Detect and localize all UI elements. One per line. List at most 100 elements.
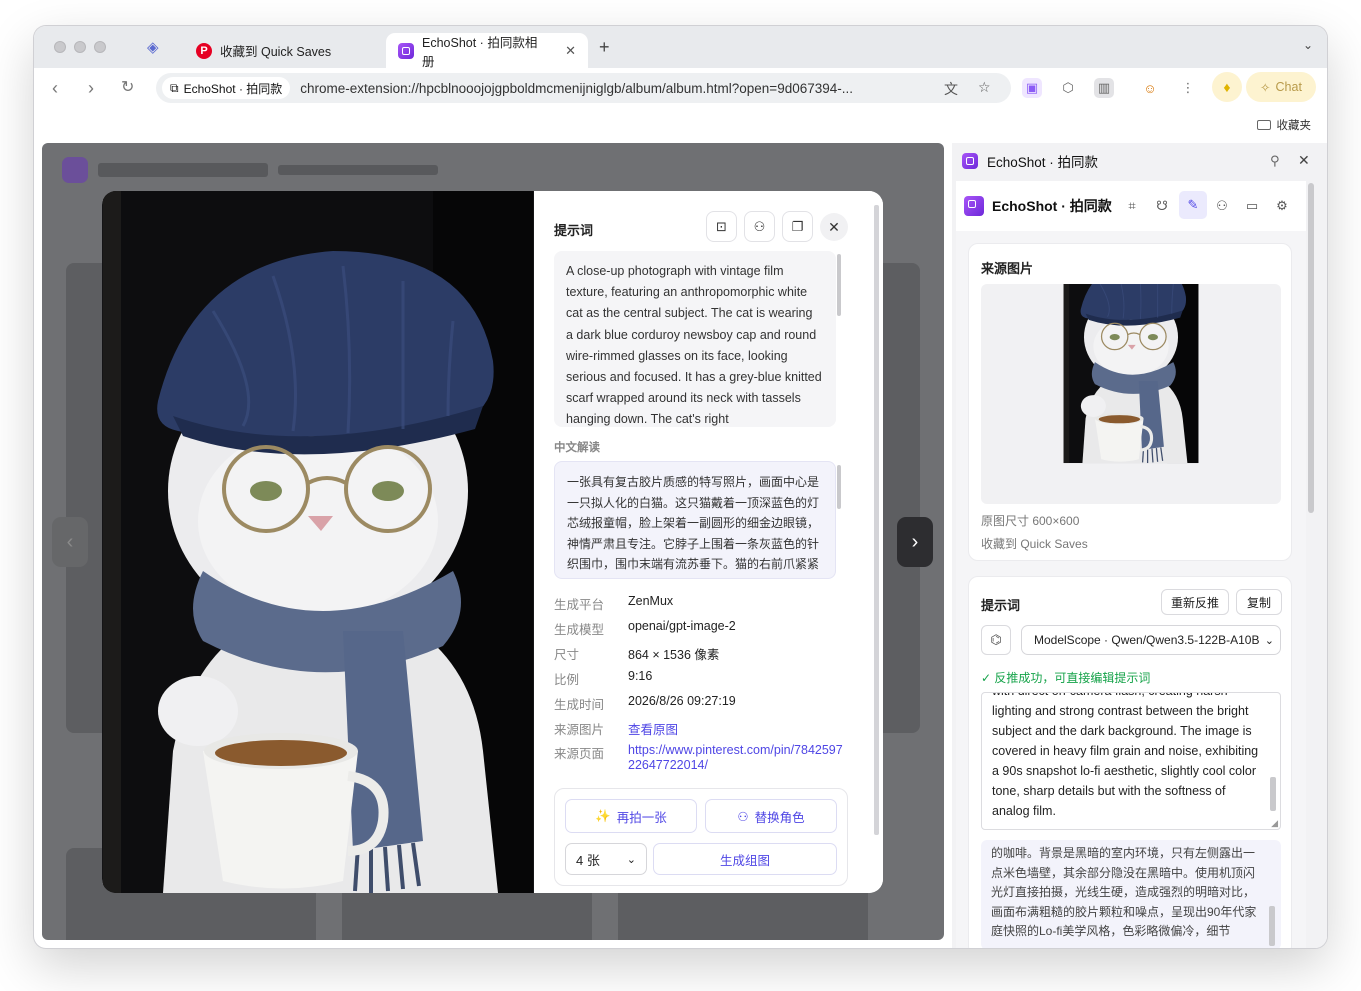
add-person-icon[interactable]: ⚇ bbox=[744, 211, 775, 242]
prompt-card: 提示词 重新反推 复制 ⌬ ModelScope · Qwen/Qwen3.5-… bbox=[968, 576, 1292, 948]
avatar-icon[interactable]: ☺ bbox=[1140, 78, 1160, 98]
site-chip[interactable]: ⧉ EchoShot · 拍同款 bbox=[162, 77, 291, 99]
ai-chip-icon[interactable]: ⌬ bbox=[981, 625, 1011, 655]
tab-search-chevron-icon[interactable]: ⌄ bbox=[1303, 38, 1313, 52]
new-tab-button[interactable]: + bbox=[599, 37, 610, 58]
more-menu-icon[interactable]: ⋮ bbox=[1178, 78, 1198, 98]
unpin-icon[interactable]: ⚲ bbox=[1270, 153, 1280, 169]
bookmark-folder[interactable]: 收藏夹 bbox=[1256, 117, 1311, 133]
magic-wand-icon[interactable]: ✎ bbox=[1179, 191, 1207, 219]
success-message: ✓ 反推成功，可直接编辑提示词 bbox=[981, 669, 1150, 686]
album-subtitle-placeholder bbox=[278, 165, 438, 175]
url-text[interactable]: chrome-extension://hpcblnooojojgpboldmcm… bbox=[300, 81, 940, 96]
modal-scrollbar[interactable] bbox=[874, 205, 879, 835]
close-tab-icon[interactable]: ✕ bbox=[565, 43, 576, 59]
count-select[interactable]: 4 张 ⌄ bbox=[565, 843, 647, 875]
echoshot-icon bbox=[398, 42, 414, 59]
puzzle-icon[interactable]: ⬡ bbox=[1058, 78, 1078, 98]
bug-icon[interactable]: ☋ bbox=[1151, 195, 1173, 217]
generated-image[interactable] bbox=[102, 191, 534, 893]
album-logo bbox=[62, 157, 88, 183]
model-select[interactable]: ModelScope · Qwen/Qwen3.5-122B-A10B ⌄ bbox=[1021, 625, 1281, 655]
success-text: 反推成功，可直接编辑提示词 bbox=[994, 671, 1151, 685]
image-icon[interactable]: ▭ bbox=[1241, 195, 1263, 217]
lightbulb-icon[interactable]: ♦ bbox=[1212, 72, 1242, 102]
source-image-card: 来源图片 原图尺寸 600×600 收藏到 Quick Saves bbox=[968, 243, 1292, 561]
resize-handle-icon[interactable]: ◢ bbox=[1271, 818, 1278, 829]
minimize-window-button[interactable] bbox=[74, 41, 86, 53]
back-button[interactable]: ‹ bbox=[52, 79, 58, 97]
check-icon: ✓ bbox=[981, 671, 992, 685]
editor-scrollbar[interactable] bbox=[1270, 777, 1276, 811]
meta-ratio: 比例 9:16 bbox=[554, 669, 653, 687]
copy-button[interactable]: 复制 bbox=[1236, 589, 1282, 615]
view-original-link[interactable]: 查看原图 bbox=[628, 719, 678, 738]
prompt-textbox[interactable]: A close-up photograph with vintage film … bbox=[554, 251, 836, 427]
retake-button[interactable]: ✨ 再拍一张 bbox=[565, 799, 697, 833]
prompt-editor[interactable]: with direct on-camera flash, creating ha… bbox=[981, 692, 1281, 830]
forward-button[interactable]: › bbox=[88, 79, 94, 97]
cn-translation-box[interactable]: 的咖啡。背景是黑暗的室内环境，只有左侧露出一点米色墙壁，其余部分隐没在黑暗中。使… bbox=[981, 840, 1281, 948]
sidepanel-icon[interactable]: ▥ bbox=[1094, 78, 1114, 98]
prompt-partial-line: with direct on-camera flash, creating ha… bbox=[992, 693, 1262, 701]
model-select-value: ModelScope · Qwen/Qwen3.5-122B-A10B bbox=[1034, 633, 1260, 647]
source-page-link[interactable]: https://www.pinterest.com/pin/7842597226… bbox=[628, 743, 848, 773]
swap-character-button[interactable]: ⚇ 替换角色 bbox=[705, 799, 837, 833]
swap-person-icon: ⚇ bbox=[737, 809, 749, 824]
address-bar[interactable]: ⧉ EchoShot · 拍同款 chrome-extension://hpcb… bbox=[156, 73, 1011, 103]
tab-echoshot-album[interactable]: EchoShot · 拍同款相册 ✕ bbox=[386, 33, 588, 69]
count-value: 4 张 bbox=[576, 852, 600, 868]
prompt-title: 提示词 bbox=[981, 598, 1021, 613]
bookmarks-bar: 收藏夹 bbox=[34, 108, 1327, 142]
site-chip-label: EchoShot · 拍同款 bbox=[183, 81, 283, 96]
side-panel-content: EchoShot · 拍同款 ⌗ ☋ ✎ ⚇ ▭ ⚙ 来源图片 原图尺寸 600… bbox=[956, 181, 1306, 948]
meta-source-image: 来源图片 查看原图 bbox=[554, 719, 678, 738]
echoshot-extension-icon[interactable]: ▣ bbox=[1022, 78, 1042, 98]
close-panel-icon[interactable]: ✕ bbox=[1298, 152, 1310, 169]
tab-quick-saves[interactable]: P 收藏到 Quick Saves bbox=[184, 33, 343, 68]
echoshot-logo-icon bbox=[964, 196, 984, 216]
bookmark-star-icon[interactable]: ☆ bbox=[978, 79, 991, 96]
sparkle-icon: ✧ bbox=[1260, 80, 1271, 95]
source-saved: 收藏到 Quick Saves bbox=[981, 537, 1088, 551]
source-image bbox=[1021, 284, 1241, 504]
action-panel: ✨ 再拍一张 ⚇ 替换角色 4 张 ⌄ 生成组图 bbox=[554, 788, 848, 886]
prompt-scrollbar[interactable] bbox=[837, 254, 841, 316]
screenshot-icon[interactable]: ⌗ bbox=[1121, 195, 1143, 217]
close-window-button[interactable] bbox=[54, 41, 66, 53]
cn-textbox[interactable]: 一张具有复古胶片质感的特写照片，画面中心是一只拟人化的白猫。这只猫戴着一顶深蓝色… bbox=[554, 461, 836, 579]
extension-icon: ⧉ bbox=[170, 80, 179, 95]
layers-icon[interactable]: ◈ bbox=[147, 38, 159, 56]
chevron-down-icon: ⌄ bbox=[1264, 634, 1274, 647]
add-person-icon[interactable]: ⚇ bbox=[1211, 195, 1233, 217]
meta-platform: 生成平台 ZenMux bbox=[554, 594, 674, 612]
tab-bar: ◈ P 收藏到 Quick Saves EchoShot · 拍同款相册 ✕ +… bbox=[34, 26, 1327, 69]
zoom-window-button[interactable] bbox=[94, 41, 106, 53]
album-title-placeholder bbox=[98, 163, 268, 177]
side-panel-scrollbar[interactable] bbox=[1308, 183, 1314, 513]
cat-photo bbox=[102, 191, 534, 893]
tab-label: EchoShot · 拍同款相册 bbox=[422, 35, 538, 69]
cn-scrollbar[interactable] bbox=[837, 465, 841, 509]
generate-grid-button[interactable]: 生成组图 bbox=[653, 843, 837, 875]
regenerate-button[interactable]: 重新反推 bbox=[1161, 589, 1229, 615]
settings-icon[interactable]: ⚙ bbox=[1271, 195, 1293, 217]
extension-header: EchoShot · 拍同款 ⌗ ☋ ✎ ⚇ ▭ ⚙ bbox=[956, 181, 1306, 231]
close-modal-button[interactable]: ✕ bbox=[820, 213, 848, 241]
sparkles-icon: ✨ bbox=[595, 808, 611, 823]
album-page: ‹ › 提示词 ⊡ ⚇ ❐ ✕ A close-up photograph wi… bbox=[42, 143, 944, 940]
retake-label: 再拍一张 bbox=[616, 810, 667, 825]
image-compare-icon[interactable]: ⊡ bbox=[706, 211, 737, 242]
prev-image-button[interactable]: ‹ bbox=[52, 517, 88, 567]
source-image-frame[interactable] bbox=[981, 284, 1281, 504]
side-panel: EchoShot · 拍同款 ⚲ ✕ EchoShot · 拍同款 ⌗ ☋ ✎ … bbox=[952, 143, 1327, 948]
cn-scrollbar[interactable] bbox=[1269, 906, 1275, 946]
cn-translation-text: 的咖啡。背景是黑暗的室内环境，只有左侧露出一点米色墙壁，其余部分隐没在黑暗中。使… bbox=[991, 846, 1257, 938]
meta-size: 尺寸 864 × 1536 像素 bbox=[554, 648, 720, 662]
translate-icon[interactable]: 文 bbox=[944, 79, 958, 99]
meta-source-page: 来源页面 https://www.pinterest.com/pin/784259… bbox=[554, 743, 848, 773]
copy-icon[interactable]: ❐ bbox=[782, 211, 813, 242]
next-image-button[interactable]: › bbox=[897, 517, 933, 567]
chat-button[interactable]: ✧ Chat bbox=[1246, 72, 1316, 102]
reload-button[interactable]: ↻ bbox=[121, 79, 134, 97]
